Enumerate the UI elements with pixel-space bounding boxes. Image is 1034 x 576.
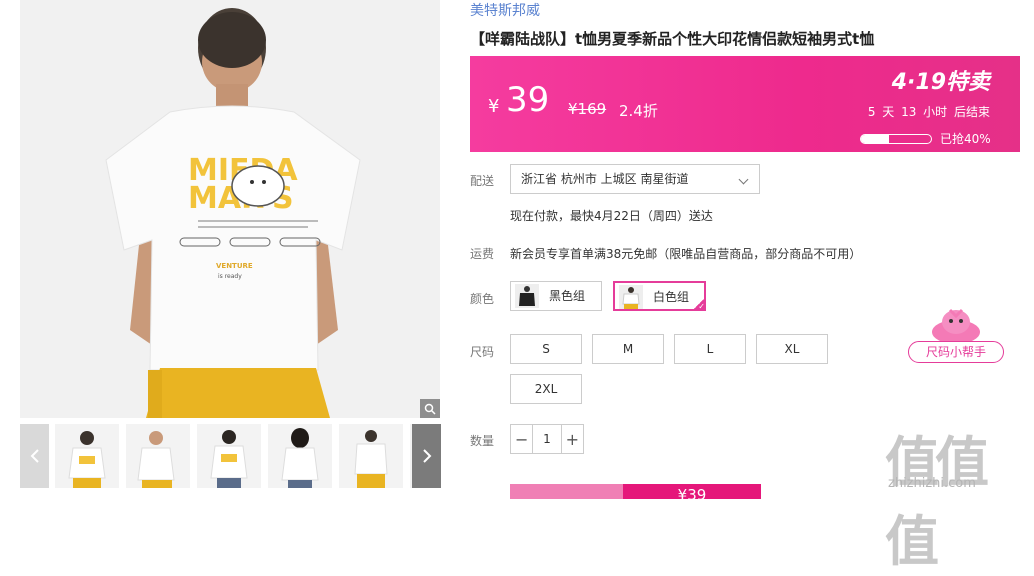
chevron-down-icon — [738, 174, 749, 185]
size-option-2xl[interactable]: 2XL — [510, 374, 582, 404]
thumbnail-image — [268, 424, 332, 488]
prev-thumbnail-button[interactable] — [20, 424, 49, 488]
thumbnail-1[interactable] — [55, 424, 119, 488]
chevron-left-icon — [30, 449, 39, 463]
sold-progress-bar — [860, 134, 932, 144]
site-watermark-url: zhizhizhi.com — [888, 476, 976, 491]
shipping-label: 运费 — [470, 247, 495, 261]
currency-symbol: ¥ — [488, 96, 500, 117]
shipping-info: 新会员专享首单满38元免邮（限唯品自营商品，部分商品不可用） — [510, 247, 862, 261]
delivery-location-value: 浙江省 杭州市 上城区 南星街道 — [521, 172, 689, 186]
promo-title: 4·19特卖 — [891, 70, 990, 95]
size-helper-button[interactable]: 尺码小帮手 — [908, 341, 1004, 363]
color-swatch-white — [619, 285, 643, 309]
size-option-m[interactable]: M — [592, 334, 664, 364]
main-product-photo[interactable]: MIEDA MAR S VENTURE is ready — [20, 0, 440, 418]
promo-price-banner: ¥ 39 ¥169 2.4折 4·19特卖 5 天 13 小时 后结束 已抢40… — [470, 56, 1020, 152]
selected-check-icon: ✓ — [692, 297, 706, 311]
svg-text:is ready: is ready — [218, 273, 242, 280]
zoom-button[interactable] — [420, 399, 440, 418]
delivery-label: 配送 — [470, 174, 495, 188]
countdown-timer: 5 天 13 小时 后结束 — [867, 105, 990, 119]
buy-now-button[interactable]: ¥39 — [623, 484, 761, 499]
sale-price: 39 — [506, 80, 550, 120]
delivery-eta: 现在付款，最快4月22日（周四）送达 — [510, 209, 713, 223]
color-option-black[interactable]: 黑色组 — [510, 281, 602, 311]
color-swatch-black — [515, 284, 539, 308]
magnifier-icon — [424, 403, 436, 415]
thumbnail-3[interactable] — [197, 424, 261, 488]
model-photo: MIEDA MAR S VENTURE is ready — [20, 0, 440, 418]
next-thumbnail-button[interactable] — [412, 424, 441, 488]
thumbnail-2[interactable] — [126, 424, 190, 488]
mascot-svg — [932, 308, 980, 344]
thumbnail-strip — [20, 424, 441, 488]
quantity-label: 数量 — [470, 434, 495, 448]
chevron-right-icon — [422, 449, 431, 463]
size-option-xl[interactable]: XL — [756, 334, 828, 364]
decrease-quantity-button[interactable]: − — [511, 425, 534, 453]
size-label: 尺码 — [470, 345, 495, 359]
discount-label: 2.4折 — [619, 102, 658, 120]
thumbnail-image — [55, 424, 119, 488]
increase-quantity-button[interactable]: + — [560, 425, 583, 453]
white-shirt-icon — [619, 285, 643, 309]
brand-link[interactable]: 美特斯邦威 — [470, 0, 540, 20]
thumbnail-4[interactable] — [268, 424, 332, 488]
svg-text:VENTURE: VENTURE — [216, 262, 253, 270]
thumbnail-image — [126, 424, 190, 488]
thumbnail-image — [339, 424, 403, 488]
sold-progress-text: 已抢40% — [940, 132, 991, 146]
delivery-location-select[interactable]: 浙江省 杭州市 上城区 南星街道 — [510, 164, 760, 194]
color-label: 颜色 — [470, 292, 495, 306]
buy-price-label: ¥39 — [677, 486, 707, 499]
site-watermark: 值值值 — [885, 431, 989, 573]
color-option-white[interactable]: 白色组 ✓ — [613, 281, 706, 311]
color-option-label: 黑色组 — [549, 289, 586, 303]
size-option-l[interactable]: L — [674, 334, 746, 364]
add-to-cart-button[interactable] — [510, 484, 623, 499]
thumbnail-5[interactable] — [339, 424, 403, 488]
quantity-stepper: − 1 + — [510, 424, 584, 454]
quantity-value[interactable]: 1 — [533, 425, 560, 453]
size-option-s[interactable]: S — [510, 334, 582, 364]
black-shirt-icon — [515, 284, 539, 308]
original-price: ¥169 — [568, 100, 607, 118]
thumbnail-image — [197, 424, 261, 488]
product-title: 【咩霸陆战队】t恤男夏季新品个性大印花情侣款短袖男式t恤 — [470, 30, 875, 48]
color-option-label: 白色组 — [653, 290, 690, 304]
sold-progress-fill — [861, 135, 889, 143]
